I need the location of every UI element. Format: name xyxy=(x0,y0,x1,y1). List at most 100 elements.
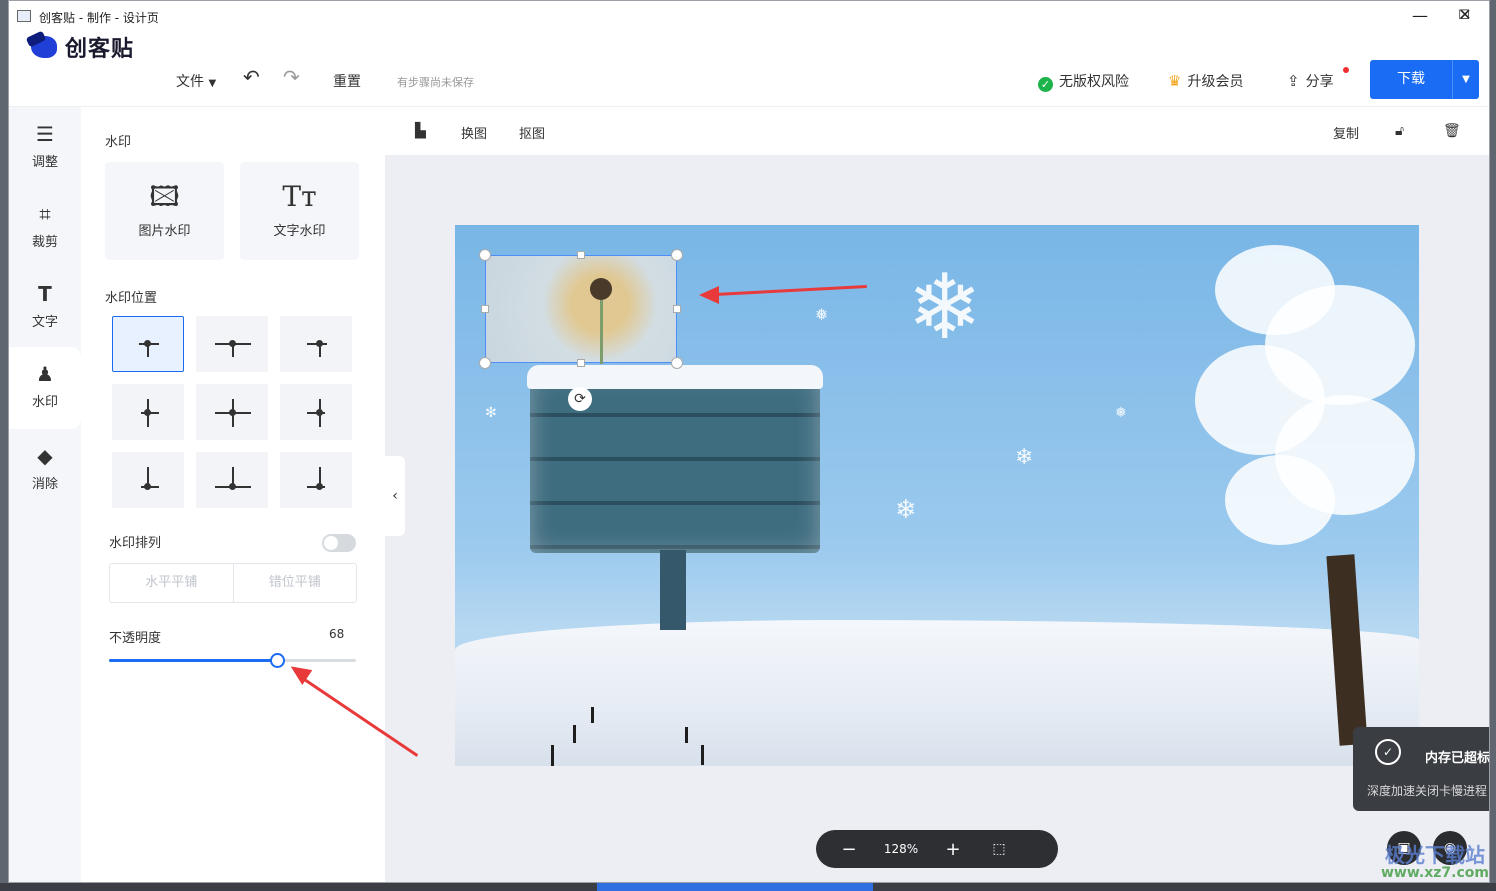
download-caret-icon[interactable]: ▼ xyxy=(1453,60,1479,99)
replace-image-button[interactable]: 换图 xyxy=(461,123,487,142)
file-menu-label: 文件 xyxy=(176,74,204,90)
text-icon: T xyxy=(38,282,52,306)
download-button[interactable]: 下载 ▼ xyxy=(1370,60,1479,99)
resize-handle-right[interactable] xyxy=(673,305,681,313)
snowflake-icon: ✻ xyxy=(485,405,497,421)
save-status: 有步骤尚未保存 xyxy=(397,76,474,89)
upgrade-label: 升级会员 xyxy=(1187,74,1244,90)
snowflake-icon: ❄ xyxy=(1015,445,1034,470)
snowflake-icon: ❅ xyxy=(815,305,829,324)
image-toolbar: ▙ 换图 抠图 复制 🔓︎ 🗑︎ xyxy=(385,107,1489,155)
caret-down-icon: ▼ xyxy=(208,78,217,89)
share-label: 分享 xyxy=(1305,74,1334,90)
check-circle-icon: ✓ xyxy=(1038,77,1053,92)
download-label[interactable]: 下载 xyxy=(1370,60,1453,99)
toggle-knob xyxy=(324,536,338,550)
toast-message: 深度加速关闭卡慢进程 xyxy=(1367,784,1488,798)
rotate-icon[interactable]: ⟳ xyxy=(568,387,592,411)
memory-toast[interactable]: ✓ 内存已超标, 深度加速关闭卡慢进程 xyxy=(1353,727,1490,811)
image-watermark-button[interactable]: 🖾 图片水印 xyxy=(105,162,224,260)
resize-handle-bottom-left[interactable] xyxy=(479,357,491,369)
opacity-value: 68 xyxy=(329,627,345,641)
tile-staggered-button[interactable]: 错位平铺 xyxy=(234,564,357,602)
zoom-out-button[interactable]: − xyxy=(826,839,872,860)
zoom-level: 128% xyxy=(883,842,919,856)
copyright-status[interactable]: ✓ 无版权风险 xyxy=(1038,71,1129,92)
fit-screen-icon[interactable]: ⬚ xyxy=(976,841,1022,857)
copy-button[interactable]: 复制 xyxy=(1333,123,1359,142)
sidebar-item-adjust[interactable]: ☰ 调整 xyxy=(9,107,81,185)
toast-title: 内存已超标, xyxy=(1425,751,1490,766)
notification-dot xyxy=(1343,67,1349,73)
resize-handle-bottom-right[interactable] xyxy=(671,357,683,369)
arrange-title: 水印排列 xyxy=(109,536,162,551)
trash-icon[interactable]: 🗑︎ xyxy=(1443,123,1461,139)
position-middle-right[interactable] xyxy=(280,384,352,440)
opacity-slider-fill xyxy=(109,659,277,662)
collapse-panel-button[interactable]: ‹ xyxy=(385,456,405,536)
fence-post xyxy=(685,727,688,743)
redo-icon[interactable]: ↷ xyxy=(283,65,300,89)
sidebar-item-erase[interactable]: ◆ 消除 xyxy=(9,429,81,507)
copyright-label: 无版权风险 xyxy=(1059,74,1129,90)
logo-mark-icon xyxy=(25,30,61,62)
zoom-in-button[interactable]: + xyxy=(930,839,976,860)
resize-handle-top[interactable] xyxy=(577,251,585,259)
fence-post xyxy=(551,745,554,766)
snowy-tree xyxy=(1155,225,1419,605)
app-header: 创客贴 文件 ▼ ↶ ↷ 重置 有步骤尚未保存 ✓ 无版权风险 ♛ 升级会员 ⇪ 分享… xyxy=(9,30,1489,107)
resize-handle-top-left[interactable] xyxy=(479,249,491,261)
position-title: 水印位置 xyxy=(105,291,158,306)
position-bottom-left[interactable] xyxy=(112,452,184,508)
image-icon: 🖾 xyxy=(149,180,180,213)
lock-icon[interactable]: 🔓︎ xyxy=(1395,123,1404,139)
ruler-icon[interactable]: ▙ xyxy=(415,123,426,139)
position-grid xyxy=(112,316,356,510)
image-watermark-label: 图片水印 xyxy=(138,224,191,239)
sidebar-item-text[interactable]: T 文字 xyxy=(9,267,81,345)
position-bottom-right[interactable] xyxy=(280,452,352,508)
fence-post xyxy=(591,707,594,723)
sidebar-item-watermark[interactable]: ♟ 水印 xyxy=(9,347,81,429)
file-menu[interactable]: 文件 ▼ xyxy=(176,71,216,91)
background-window-strip xyxy=(0,883,1496,891)
snowflake-icon: ❅ xyxy=(1115,405,1127,421)
text-format-icon: Tт xyxy=(282,180,317,213)
position-middle-left[interactable] xyxy=(112,384,184,440)
watermark-panel: 水印 🖾 图片水印 Tт 文字水印 水印位置 水印排列 水平平铺 错位平铺 不透… xyxy=(81,107,385,882)
position-top-center[interactable] xyxy=(196,316,268,372)
snowflake-icon: ❄ xyxy=(907,255,983,360)
share-button[interactable]: ⇪ 分享 xyxy=(1287,71,1334,91)
flower-stem xyxy=(600,300,603,364)
reset-button[interactable]: 重置 xyxy=(333,71,361,91)
position-top-right[interactable] xyxy=(280,316,352,372)
snow-ground xyxy=(455,620,1419,766)
share-icon: ⇪ xyxy=(1287,72,1300,90)
watermark-image-box[interactable] xyxy=(485,255,677,364)
opacity-slider-thumb[interactable] xyxy=(269,653,285,668)
opacity-slider[interactable] xyxy=(109,653,356,668)
undo-icon[interactable]: ↶ xyxy=(243,65,260,89)
position-center[interactable] xyxy=(196,384,268,440)
crown-icon: ♛ xyxy=(1168,72,1182,90)
upgrade-button[interactable]: ♛ 升级会员 xyxy=(1168,71,1243,91)
text-watermark-button[interactable]: Tт 文字水印 xyxy=(240,162,359,260)
app-window: 创客贴 - 制作 - 设计页 — ☐ 创客贴 文件 ▼ ↶ ↷ 重置 有步骤尚未… xyxy=(8,0,1490,883)
tile-horizontal-button[interactable]: 水平平铺 xyxy=(110,564,234,602)
cutout-button[interactable]: 抠图 xyxy=(519,123,545,142)
position-bottom-center[interactable] xyxy=(196,452,268,508)
stamp-icon: ♟ xyxy=(36,362,54,386)
minimize-button[interactable]: — xyxy=(1397,5,1443,29)
resize-handle-top-right[interactable] xyxy=(671,249,683,261)
sidebar-item-label: 消除 xyxy=(31,477,58,492)
tile-mode-group: 水平平铺 错位平铺 xyxy=(109,563,357,603)
close-button[interactable]: ✕ xyxy=(1442,4,1488,28)
position-top-left[interactable] xyxy=(112,316,184,372)
arrange-toggle[interactable] xyxy=(322,534,356,552)
logo[interactable]: 创客贴 xyxy=(25,30,134,63)
window-title: 创客贴 - 制作 - 设计页 xyxy=(39,11,159,25)
resize-handle-bottom[interactable] xyxy=(577,359,585,367)
resize-handle-left[interactable] xyxy=(481,305,489,313)
annotation-arrow-head xyxy=(699,286,719,304)
sidebar-item-crop[interactable]: ⌗ 裁剪 xyxy=(9,187,81,265)
